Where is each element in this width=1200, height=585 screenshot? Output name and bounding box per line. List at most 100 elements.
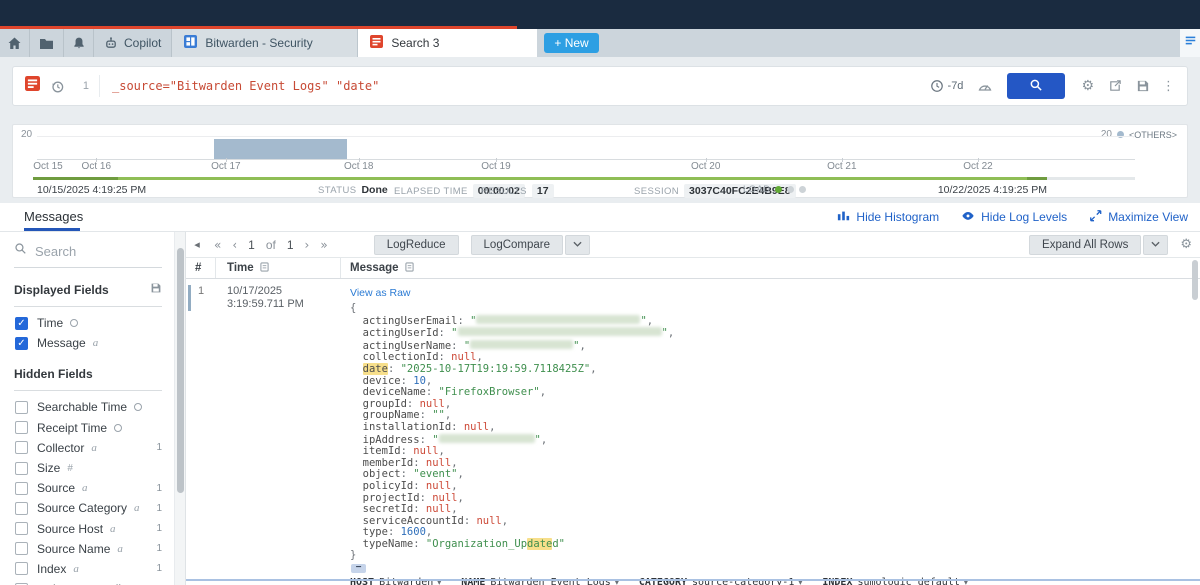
field-checkbox[interactable] <box>15 482 28 495</box>
first-page-button[interactable]: « <box>214 238 221 252</box>
query-input[interactable]: _source="Bitwarden Event Logs" "date" <box>112 79 379 93</box>
json-segment: object <box>363 468 401 480</box>
field-checkbox[interactable] <box>15 401 28 414</box>
expand-all-rows-button[interactable]: Expand All Rows <box>1029 235 1141 255</box>
column-options-icon[interactable] <box>405 262 414 275</box>
time-range-clock-icon[interactable] <box>930 79 944 93</box>
slider-selected-range[interactable] <box>33 177 1047 180</box>
collapse-json-button[interactable]: − <box>351 564 366 573</box>
json-segment: " <box>432 434 438 446</box>
search-button[interactable] <box>1007 73 1065 99</box>
more-options-kebab-icon[interactable]: ⋮ <box>1162 79 1175 94</box>
field-item-size[interactable]: Size# <box>0 458 174 478</box>
view-as-raw-link[interactable]: View as Raw <box>350 287 411 299</box>
field-checkbox[interactable]: ✓ <box>15 317 28 330</box>
expand-rows-dropdown-button[interactable] <box>1143 235 1168 255</box>
time-range-value[interactable]: -7d <box>948 80 964 92</box>
json-segment <box>350 538 363 550</box>
home-button[interactable] <box>0 29 30 57</box>
results-area: Displayed Fields ✓Time✓Messagea Hidden F… <box>0 232 1200 585</box>
share-icon[interactable] <box>1108 79 1122 93</box>
logreduce-button[interactable]: LogReduce <box>374 235 459 255</box>
current-page[interactable]: 1 <box>248 238 255 252</box>
field-checkbox[interactable] <box>15 421 28 434</box>
column-header-message[interactable]: Message <box>341 262 1200 275</box>
field-item-source-category[interactable]: Source Categorya1 <box>0 498 174 518</box>
histogram-plot[interactable] <box>37 136 1135 159</box>
next-page-button[interactable]: › <box>305 238 310 252</box>
field-item-searchable-time[interactable]: Searchable Time <box>0 397 174 417</box>
field-item-message[interactable]: ✓Messagea <box>0 333 174 353</box>
field-item-time[interactable]: ✓Time <box>0 313 174 333</box>
x-tick-mark <box>842 158 843 162</box>
json-line: date: "2025-10-17T19:19:59.7118425Z", <box>350 364 1200 376</box>
tab-bitwarden-security[interactable]: Bitwarden - Security <box>172 29 358 57</box>
field-checkbox[interactable] <box>15 562 28 575</box>
field-item-source[interactable]: Sourcea1 <box>0 478 174 498</box>
tab-list-button[interactable] <box>1180 29 1200 57</box>
field-checkbox[interactable] <box>15 502 28 515</box>
field-checkbox[interactable] <box>15 522 28 535</box>
field-label: Collector <box>37 441 84 455</box>
divider <box>14 306 162 307</box>
column-options-icon[interactable] <box>260 262 269 275</box>
json-segment: : <box>420 492 433 504</box>
fields-search-input[interactable] <box>35 244 145 259</box>
json-segment: : <box>401 375 414 387</box>
history-icon[interactable] <box>50 79 65 94</box>
histogram-bar[interactable] <box>214 139 347 159</box>
json-segment: : <box>464 515 477 527</box>
json-segment: : <box>407 398 420 410</box>
copilot-button[interactable]: Copilot <box>94 29 172 57</box>
column-header-num[interactable]: # <box>186 258 216 278</box>
slider-right-handle[interactable] <box>1027 177 1047 180</box>
column-header-time[interactable]: Time <box>216 258 341 278</box>
library-button[interactable] <box>30 29 64 57</box>
collapse-sidebar-icon[interactable]: ◂ <box>190 238 204 251</box>
json-line: actingUserEmail: "", <box>350 315 1200 328</box>
prev-page-button[interactable]: ‹ <box>232 238 237 252</box>
field-item-collector[interactable]: Collectora1 <box>0 438 174 458</box>
slider-left-handle[interactable] <box>33 177 118 180</box>
tab-messages[interactable]: Messages <box>24 209 83 224</box>
json-segment: 1600 <box>401 526 426 538</box>
field-label: Searchable Time <box>37 400 127 414</box>
scrollbar-thumb[interactable] <box>177 248 184 493</box>
hide-histogram-button[interactable]: Hide Histogram <box>837 209 939 225</box>
messages-scrollbar-thumb[interactable] <box>1192 260 1198 300</box>
table-settings-gear-icon[interactable]: ⚙ <box>1180 237 1192 252</box>
json-segment: date <box>363 363 388 375</box>
field-item-index[interactable]: Indexa1 <box>0 559 174 579</box>
log-row[interactable]: 1 10/17/2025 3:19:59.711 PM View as Raw … <box>186 279 1200 585</box>
x-axis-ticks: Oct 15Oct 16Oct 17Oct 18Oct 19Oct 20Oct … <box>37 161 1135 175</box>
tab-search-3[interactable]: Search 3 <box>358 29 537 57</box>
settings-gear-icon[interactable]: ⚙ <box>1081 78 1094 94</box>
save-icon[interactable] <box>1136 79 1150 93</box>
hide-log-levels-button[interactable]: Hide Log Levels <box>961 209 1067 225</box>
sidebar-scrollbar[interactable] <box>174 232 185 585</box>
notifications-button[interactable] <box>64 29 94 57</box>
field-checkbox[interactable] <box>15 441 28 454</box>
field-count: 1 <box>156 563 162 574</box>
fields-search[interactable] <box>14 242 162 268</box>
field-checkbox[interactable]: ✓ <box>15 337 28 350</box>
field-item-receipt-time[interactable]: Receipt Time <box>0 418 174 438</box>
maximize-view-button[interactable]: Maximize View <box>1089 209 1188 225</box>
new-tab-button[interactable]: + New <box>544 33 598 53</box>
search-status-bar: 10/15/2025 4:19:25 PM STATUS Done ELAPSE… <box>13 181 1187 197</box>
json-segment: type <box>363 526 388 538</box>
field-item-source-host[interactable]: Source Hosta1 <box>0 519 174 539</box>
save-fields-icon[interactable] <box>150 282 162 297</box>
results-header-bar: Messages Hide Histogram Hide Log Levels … <box>0 203 1200 232</box>
field-checkbox[interactable] <box>15 542 28 555</box>
total-pages: 1 <box>287 238 294 252</box>
logcompare-dropdown-button[interactable] <box>565 235 590 255</box>
field-item-source-name[interactable]: Source Namea1 <box>0 539 174 559</box>
field-label: Source Name <box>37 542 110 556</box>
field-item-actinguseremail[interactable]: actinguseremaila1 <box>0 579 174 585</box>
field-checkbox[interactable] <box>15 462 28 475</box>
last-page-button[interactable]: » <box>320 238 327 252</box>
usage-gauge-icon[interactable] <box>977 79 993 93</box>
logcompare-button[interactable]: LogCompare <box>471 235 563 255</box>
copilot-icon <box>104 36 118 50</box>
